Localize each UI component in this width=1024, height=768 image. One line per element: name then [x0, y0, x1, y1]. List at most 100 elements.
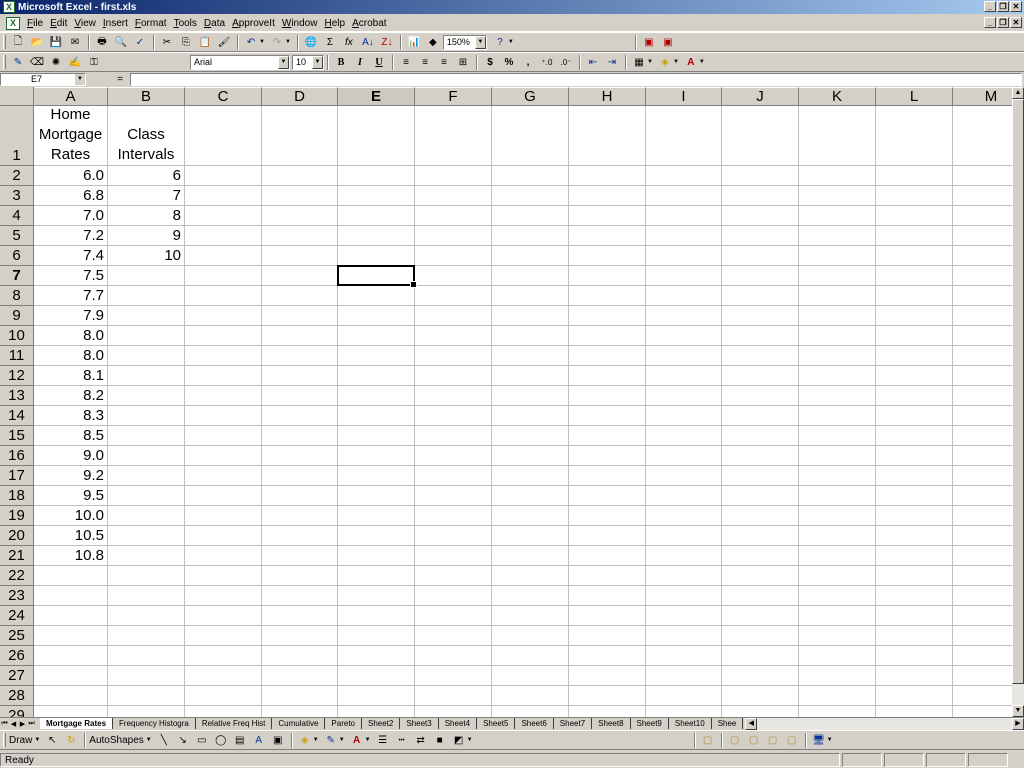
- cell-f17[interactable]: [415, 466, 492, 486]
- row-header-26[interactable]: 26: [0, 646, 34, 666]
- cell-k19[interactable]: [799, 506, 876, 526]
- sheet-tab[interactable]: Sheet3: [400, 718, 439, 729]
- cell-h21[interactable]: [569, 546, 646, 566]
- cell-k18[interactable]: [799, 486, 876, 506]
- cell-k7[interactable]: [799, 266, 876, 286]
- cell-e10[interactable]: [338, 326, 415, 346]
- menu-insert[interactable]: Insert: [100, 18, 132, 29]
- row-header-13[interactable]: 13: [0, 386, 34, 406]
- cell-i4[interactable]: [646, 206, 722, 226]
- cell-k16[interactable]: [799, 446, 876, 466]
- cell-l9[interactable]: [876, 306, 953, 326]
- cell-l21[interactable]: [876, 546, 953, 566]
- cell-l23[interactable]: [876, 586, 953, 606]
- cell-d18[interactable]: [262, 486, 338, 506]
- cell-l29[interactable]: [876, 706, 953, 717]
- font-color-dropdown-icon[interactable]: ▼: [699, 59, 705, 65]
- paste-icon[interactable]: 📋: [196, 34, 214, 51]
- cell-g15[interactable]: [492, 426, 569, 446]
- cell-j2[interactable]: [722, 166, 799, 186]
- cell-b27[interactable]: [108, 666, 185, 686]
- cell-g20[interactable]: [492, 526, 569, 546]
- row-header-7[interactable]: 7: [0, 266, 34, 286]
- cell-k24[interactable]: [799, 606, 876, 626]
- cell-b29[interactable]: [108, 706, 185, 717]
- column-header-f[interactable]: F: [415, 87, 492, 106]
- cell-j4[interactable]: [722, 206, 799, 226]
- autosum-icon[interactable]: Σ: [321, 34, 339, 51]
- cell-c28[interactable]: [185, 686, 262, 706]
- cell-b4[interactable]: 8: [108, 206, 185, 226]
- cell-i19[interactable]: [646, 506, 722, 526]
- cell-d7[interactable]: [262, 266, 338, 286]
- cell-f9[interactable]: [415, 306, 492, 326]
- cell-e17[interactable]: [338, 466, 415, 486]
- cell-d10[interactable]: [262, 326, 338, 346]
- cell-a12[interactable]: 8.1: [34, 366, 108, 386]
- row-header-23[interactable]: 23: [0, 586, 34, 606]
- sheet-tab[interactable]: Cumulative: [272, 718, 326, 729]
- cell-a26[interactable]: [34, 646, 108, 666]
- cell-a29[interactable]: [34, 706, 108, 717]
- cell-h10[interactable]: [569, 326, 646, 346]
- cell-b20[interactable]: [108, 526, 185, 546]
- cell-g18[interactable]: [492, 486, 569, 506]
- cell-d20[interactable]: [262, 526, 338, 546]
- cell-e20[interactable]: [338, 526, 415, 546]
- cell-e2[interactable]: [338, 166, 415, 186]
- cell-k22[interactable]: [799, 566, 876, 586]
- cell-k27[interactable]: [799, 666, 876, 686]
- sheet-tab[interactable]: Sheet5: [477, 718, 516, 729]
- font-size-combo[interactable]: 10 ▼: [292, 54, 324, 70]
- cell-f21[interactable]: [415, 546, 492, 566]
- cell-k13[interactable]: [799, 386, 876, 406]
- cell-l14[interactable]: [876, 406, 953, 426]
- row-header-6[interactable]: 6: [0, 246, 34, 266]
- cell-j9[interactable]: [722, 306, 799, 326]
- cell-a10[interactable]: 8.0: [34, 326, 108, 346]
- cell-c10[interactable]: [185, 326, 262, 346]
- cell-a3[interactable]: 6.8: [34, 186, 108, 206]
- column-header-a[interactable]: A: [34, 87, 108, 106]
- cell-k20[interactable]: [799, 526, 876, 546]
- cell-c16[interactable]: [185, 446, 262, 466]
- cell-c1[interactable]: [185, 106, 262, 166]
- cell-a2[interactable]: 6.0: [34, 166, 108, 186]
- cell-l26[interactable]: [876, 646, 953, 666]
- cell-i1[interactable]: [646, 106, 722, 166]
- cell-l11[interactable]: [876, 346, 953, 366]
- draw-menu[interactable]: Draw: [9, 735, 32, 746]
- cell-j29[interactable]: [722, 706, 799, 717]
- row-header-17[interactable]: 17: [0, 466, 34, 486]
- cell-c14[interactable]: [185, 406, 262, 426]
- cell-b12[interactable]: [108, 366, 185, 386]
- cell-e7[interactable]: [338, 266, 415, 286]
- cell-c5[interactable]: [185, 226, 262, 246]
- cell-i10[interactable]: [646, 326, 722, 346]
- cell-i6[interactable]: [646, 246, 722, 266]
- row-header-4[interactable]: 4: [0, 206, 34, 226]
- cell-l6[interactable]: [876, 246, 953, 266]
- row-header-8[interactable]: 8: [0, 286, 34, 306]
- cell-e26[interactable]: [338, 646, 415, 666]
- cell-j15[interactable]: [722, 426, 799, 446]
- cell-f11[interactable]: [415, 346, 492, 366]
- align-right-icon[interactable]: ≡: [435, 54, 453, 71]
- cell-k11[interactable]: [799, 346, 876, 366]
- cell-l20[interactable]: [876, 526, 953, 546]
- arrow-icon[interactable]: ↘: [174, 732, 192, 749]
- cell-l18[interactable]: [876, 486, 953, 506]
- cell-d16[interactable]: [262, 446, 338, 466]
- spreadsheet-grid[interactable]: ABCDEFGHIJKLM 1 2 3 4 5 6 7 8 9 10 11 12 13 14 15 16 17 1…: [0, 87, 1012, 717]
- cell-e12[interactable]: [338, 366, 415, 386]
- print-preview-icon[interactable]: 🔍: [112, 34, 130, 51]
- cell-d2[interactable]: [262, 166, 338, 186]
- function-icon[interactable]: fx: [340, 34, 358, 51]
- hyperlink-icon[interactable]: 🌐: [302, 34, 320, 51]
- cell-k23[interactable]: [799, 586, 876, 606]
- horizontal-scrollbar[interactable]: ◀ ▶: [745, 717, 1024, 730]
- scroll-right-icon[interactable]: ▶: [1012, 717, 1024, 730]
- cell-g12[interactable]: [492, 366, 569, 386]
- cell-j24[interactable]: [722, 606, 799, 626]
- cell-l16[interactable]: [876, 446, 953, 466]
